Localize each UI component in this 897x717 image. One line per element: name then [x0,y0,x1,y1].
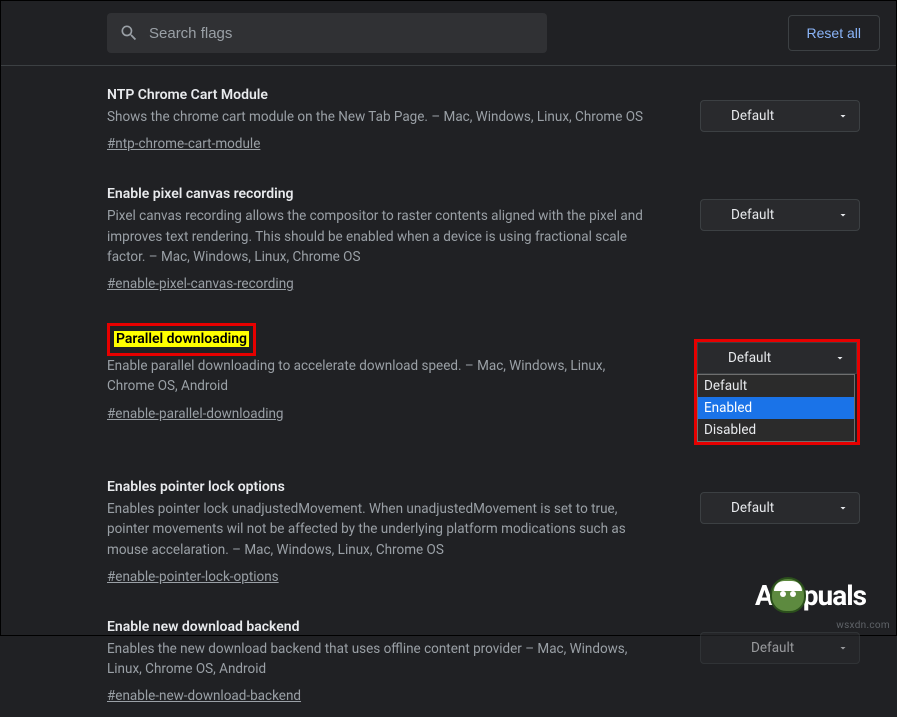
flag-select-dropdown: Default Enabled Disabled [697,374,855,442]
flags-list: NTP Chrome Cart Module Shows the chrome … [1,66,896,717]
flag-select-value: Default [731,108,774,124]
search-container[interactable] [107,13,547,53]
flag-anchor-link[interactable]: #enable-parallel-downloading [107,406,284,422]
watermark-text: wsxdn.com [836,620,890,631]
flag-select-open[interactable]: Default [697,342,857,374]
dropdown-option-enabled[interactable]: Enabled [698,397,854,419]
highlight-box: Parallel downloading [107,323,256,356]
mascot-icon [770,577,806,613]
search-icon [119,23,139,43]
chevron-down-icon [834,352,846,364]
flag-row: Enables pointer lock options Enables poi… [107,458,860,598]
flag-anchor-link[interactable]: #enable-new-download-backend [107,688,301,704]
flag-select-value: Default [731,207,774,223]
flag-anchor-link[interactable]: #enable-pixel-canvas-recording [107,276,294,292]
brand-text-right: puals [803,579,866,612]
flag-title: Enables pointer lock options [107,479,285,495]
flag-row: Enable new download backend Enables the … [107,598,860,717]
flag-row-highlighted: Parallel downloading Enable parallel dow… [107,305,860,458]
chevron-down-icon [837,502,849,514]
chevron-down-icon [837,110,849,122]
flag-row: NTP Chrome Cart Module Shows the chrome … [107,66,860,165]
flag-title: Enable new download backend [107,619,300,635]
flag-description: Enables pointer lock unadjustedMovement.… [107,499,660,560]
chevron-down-icon [837,209,849,221]
flag-anchor-link[interactable]: #ntp-chrome-cart-module [107,136,260,152]
flag-description: Enable parallel downloading to accelerat… [107,356,654,397]
flag-title-highlighted: Parallel downloading [114,331,249,347]
flag-anchor-link[interactable]: #enable-pointer-lock-options [107,569,279,585]
dropdown-option-default[interactable]: Default [698,375,854,397]
chevron-down-icon [837,642,849,654]
flag-select-value: Default [731,500,774,516]
flag-select-value: Default [751,640,794,656]
dropdown-option-disabled[interactable]: Disabled [698,419,854,441]
flag-description: Pixel canvas recording allows the compos… [107,206,660,267]
header: Reset all [1,1,896,65]
flag-title: NTP Chrome Cart Module [107,87,268,103]
flag-description: Shows the chrome cart module on the New … [107,107,660,127]
highlight-box: Default Default Enabled Disabled [694,339,860,445]
search-input[interactable] [139,24,535,43]
flag-select[interactable]: Default [700,492,860,524]
flag-select-value: Default [728,350,771,366]
flag-row: Enable pixel canvas recording Pixel canv… [107,165,860,305]
brand-logo: A puals [755,577,866,613]
flag-select[interactable]: Default [700,632,860,664]
flag-select[interactable]: Default [700,100,860,132]
flag-select[interactable]: Default [700,199,860,231]
flag-description: Enables the new download backend that us… [107,639,660,680]
reset-all-button[interactable]: Reset all [788,15,880,51]
flag-title: Enable pixel canvas recording [107,186,294,202]
